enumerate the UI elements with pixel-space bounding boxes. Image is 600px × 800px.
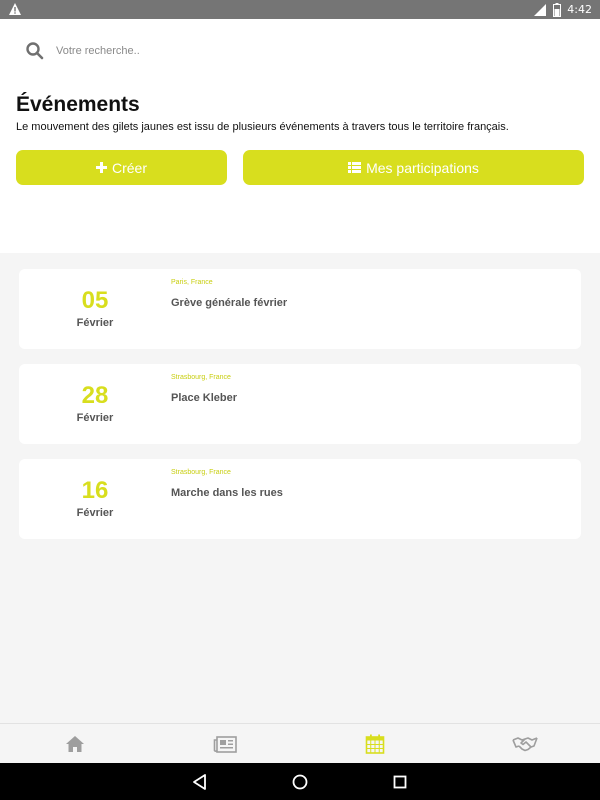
plus-icon (95, 162, 107, 173)
page-title: Événements (16, 93, 140, 116)
event-card[interactable]: 28 Février Strasbourg, France Place Kleb… (19, 364, 581, 444)
event-location: Strasbourg, France (171, 374, 231, 381)
status-time: 4:42 (567, 3, 592, 16)
newspaper-icon (213, 735, 237, 753)
event-day: 28 (81, 382, 109, 409)
nav-events[interactable] (300, 724, 450, 764)
event-month: Février (76, 412, 114, 424)
list-icon (348, 162, 362, 173)
event-date: 16 Février (19, 459, 171, 539)
battery-icon (553, 2, 562, 17)
system-navigation-bar (0, 763, 600, 800)
event-title: Marche dans les rues (171, 487, 283, 499)
participations-button[interactable]: Mes participations (243, 150, 584, 185)
back-icon[interactable] (191, 773, 209, 791)
nav-news[interactable] (150, 724, 300, 764)
create-button-label: Créer (111, 159, 147, 176)
participations-button-label: Mes participations (366, 159, 479, 176)
search-icon (26, 42, 44, 60)
event-location: Paris, France (171, 279, 213, 286)
event-month: Février (76, 317, 114, 329)
handshake-icon (512, 737, 538, 752)
status-bar: 4:42 (0, 0, 600, 19)
bottom-navigation (0, 723, 600, 763)
calendar-icon (365, 734, 385, 754)
event-month: Février (76, 507, 114, 519)
event-title: Place Kleber (171, 392, 238, 404)
event-location: Strasbourg, France (171, 469, 231, 476)
home-circle-icon[interactable] (291, 773, 309, 791)
signal-icon (534, 3, 547, 16)
recents-icon[interactable] (391, 773, 409, 791)
event-card[interactable]: 16 Février Strasbourg, France Marche dan… (19, 459, 581, 539)
create-button[interactable]: Créer (16, 150, 227, 185)
event-day: 16 (81, 477, 109, 504)
home-icon (66, 736, 84, 752)
event-day: 05 (81, 287, 109, 314)
warning-icon (9, 3, 21, 15)
event-title: Grève générale février (171, 297, 288, 309)
search-input[interactable] (56, 45, 536, 57)
event-date: 05 Février (19, 269, 171, 349)
page-description: Le mouvement des gilets jaunes est issu … (16, 121, 509, 133)
nav-handshake[interactable] (450, 724, 600, 764)
search-bar[interactable] (16, 34, 584, 68)
nav-home[interactable] (0, 724, 150, 764)
event-card[interactable]: 05 Février Paris, France Grève générale … (19, 269, 581, 349)
event-date: 28 Février (19, 364, 171, 444)
event-list: 05 Février Paris, France Grève générale … (0, 253, 600, 723)
